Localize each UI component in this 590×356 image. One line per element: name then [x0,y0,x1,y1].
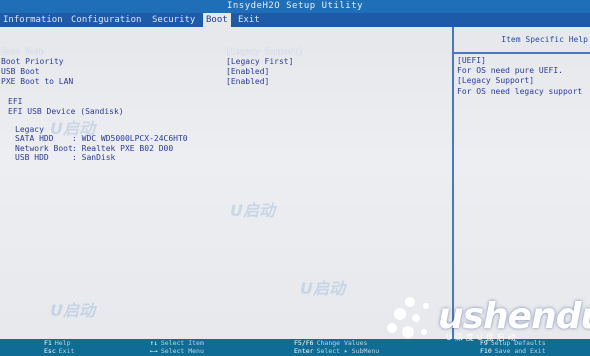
footer-key-exit: Esc Exit [44,347,75,355]
footer-key-help: F1 Help [44,339,71,347]
menu-information[interactable]: Information [0,13,66,27]
sata-hdd-label: SATA HDD [15,134,54,143]
watermark-small: U启动 [50,301,95,320]
network-boot-label: Network Boot [15,144,73,153]
pxe-boot-value[interactable]: [Enabled] [226,77,269,86]
help-line: [Legacy Support] [457,76,535,86]
logo-subtext: U深度U盘启动 [446,333,519,342]
usb-hdd-value: : SanDisk [72,153,116,162]
help-line: [UEFI] [457,56,486,65]
pxe-boot-label: PXE Boot to LAN [1,77,74,86]
logo-text: ushendu [438,296,590,337]
efi-header: EFI [8,97,23,106]
help-line: For OS need legacy support [457,86,583,96]
footer-key-change-values: F5/F6 Change Values [294,339,368,347]
legacy-header: Legacy [15,125,44,134]
menu-security[interactable]: Security [149,13,198,27]
footer-key-select-menu: ←→ Select Menu [150,347,204,355]
utility-title: InsydeH2O Setup Utility [226,1,364,11]
logo-dots-icon [387,297,429,338]
title-bar: InsydeH2O Setup Utility [0,0,590,13]
help-line: For OS need pure UEFI. [457,66,563,76]
watermark-small: U启动 [50,119,95,138]
footer-key-select-submenu: Enter Select ▸ SubMenu [294,347,380,355]
menu-bar: Information Configuration Security Boot … [0,13,590,27]
usb-boot-value[interactable]: [Enabled] [226,67,269,76]
network-boot-value: : Realtek PXE B02 D00 [72,144,174,153]
footer-key-select-item: ↑↓ Select Item [150,339,204,347]
help-header: Item Specific Help [454,27,590,54]
bios-screen: InsydeH2O Setup Utility Information Conf… [0,0,590,356]
help-text: [UEFI] For OS need pure UEFI. [Legacy Su… [457,56,582,97]
ushendu-watermark-logo: ushendu U深度U盘启动 [380,292,590,346]
menu-boot[interactable]: Boot [203,13,231,27]
usb-boot-label: USB Boot [1,67,40,76]
footer-key-save-exit: F10 Save and Exit [480,347,546,355]
watermark-small: U启动 [230,201,275,220]
boot-mode-value[interactable]: [Legacy Support] [226,47,303,56]
usb-hdd-label: USB HDD [15,153,49,162]
help-title: Item Specific Help [501,35,588,44]
menu-configuration[interactable]: Configuration [68,13,144,27]
boot-priority-label: Boot Priority [1,57,64,66]
boot-mode-label: Boot Mode [1,47,45,56]
watermark-small: U启动 [300,279,345,298]
menu-exit[interactable]: Exit [235,13,263,27]
boot-priority-value[interactable]: [Legacy First] [226,57,293,66]
